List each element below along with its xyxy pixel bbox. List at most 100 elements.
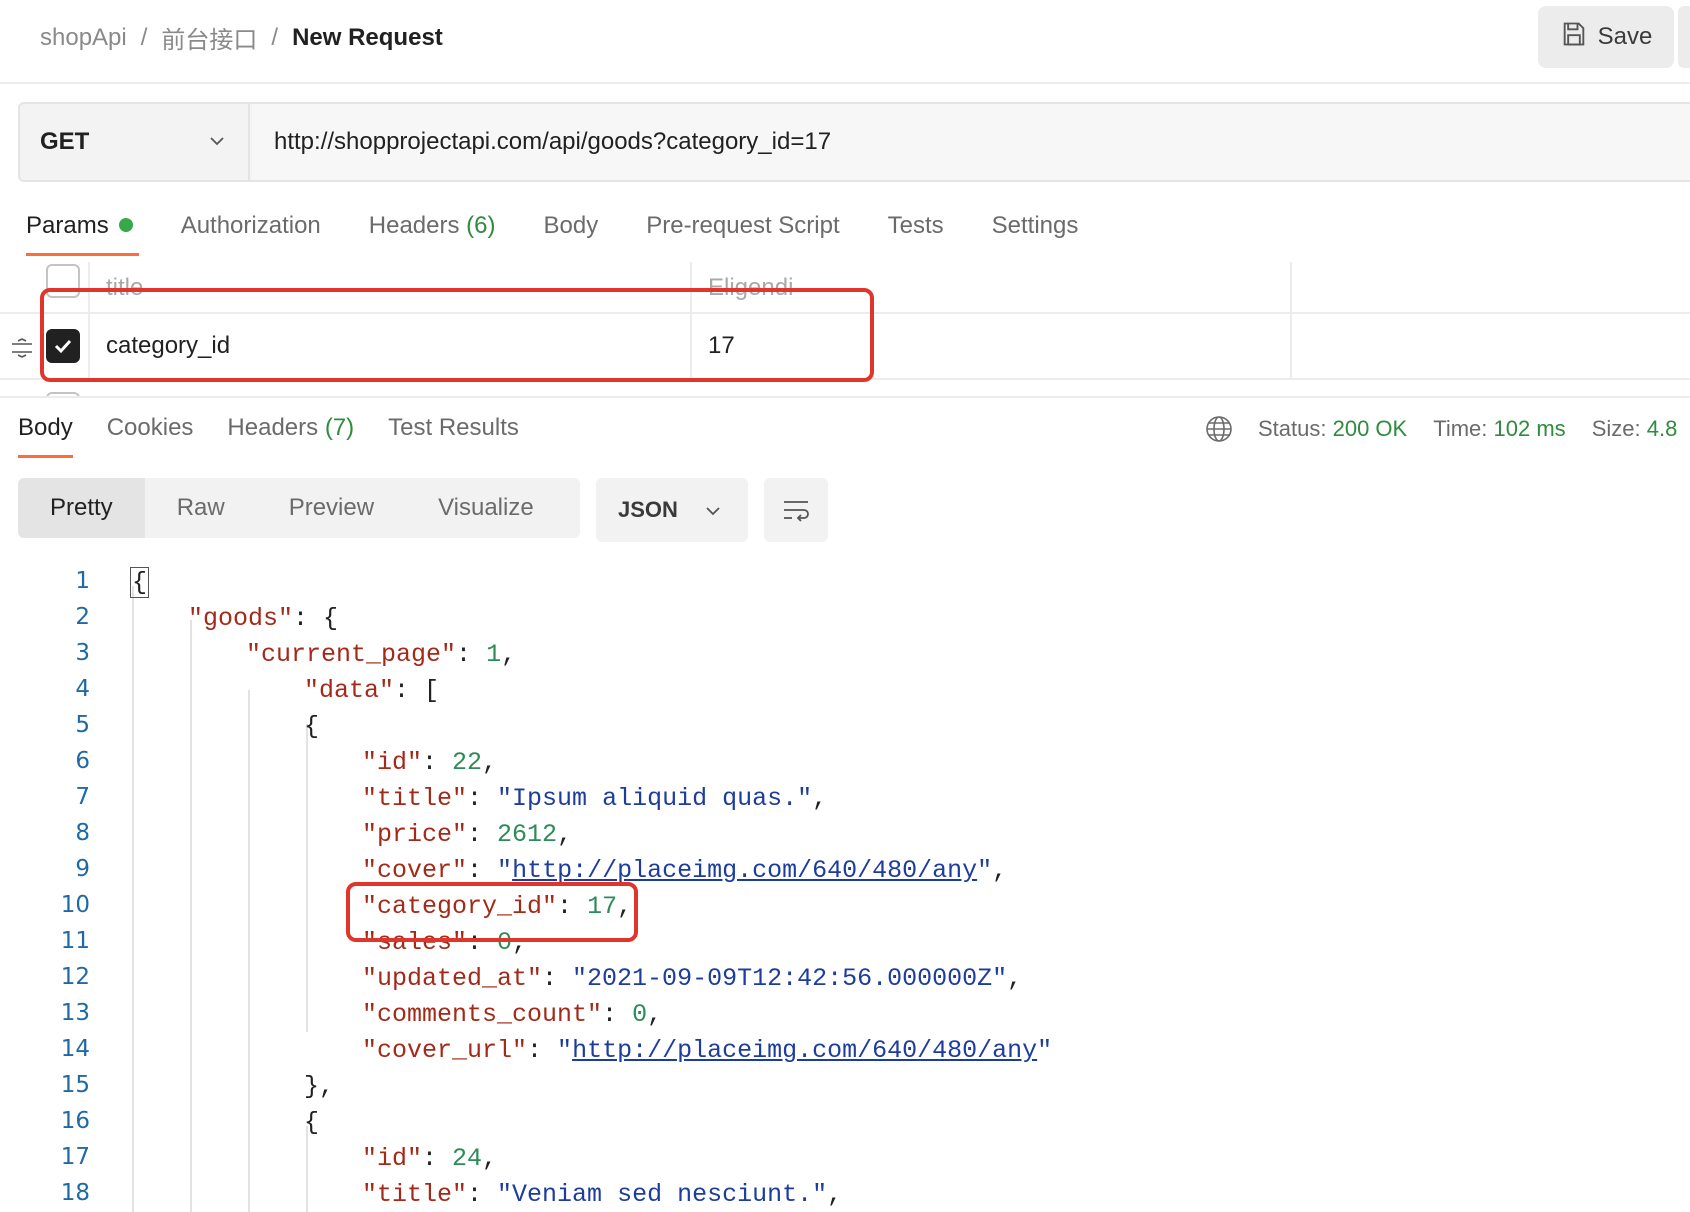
- code-token: : [: [394, 676, 440, 705]
- tab-label: Pre-request Script: [646, 212, 840, 239]
- code-token: "sales": [362, 928, 468, 957]
- breadcrumb: shopApi / 前台接口 / New Request: [40, 20, 443, 55]
- code-line: "updated_at": "2021-09-09T12:42:56.00000…: [362, 964, 1022, 993]
- tab-headers[interactable]: Headers (6): [369, 212, 496, 256]
- line-number: 3: [75, 640, 90, 666]
- code-token: {: [130, 567, 150, 598]
- code-token: {: [304, 1108, 320, 1137]
- select-all-checkbox[interactable]: [46, 264, 80, 298]
- indent-guide: [132, 586, 134, 1212]
- code-token: 17: [587, 892, 618, 921]
- line-number: 7: [75, 784, 90, 810]
- column-divider: [1290, 314, 1292, 378]
- url-bar: GET http://shopprojectapi.com/api/goods?…: [18, 102, 1690, 182]
- code-token: :: [542, 964, 573, 993]
- tab-label: Params: [26, 212, 109, 239]
- code-token: "price": [362, 820, 468, 849]
- size-indicator[interactable]: Size: 4.8: [1592, 416, 1678, 442]
- tab-authorization[interactable]: Authorization: [181, 212, 321, 256]
- line-number: 2: [75, 604, 90, 630]
- method-select[interactable]: GET: [20, 104, 250, 180]
- column-divider: [88, 314, 90, 378]
- code-token: :: [557, 892, 588, 921]
- view-mode-raw[interactable]: Raw: [145, 478, 257, 538]
- tab-settings[interactable]: Settings: [992, 212, 1079, 256]
- globe-icon[interactable]: [1204, 414, 1234, 444]
- tab-response-headers[interactable]: Headers (7): [227, 414, 354, 458]
- code-token: ,: [992, 856, 1008, 885]
- code-token: ,: [482, 748, 498, 777]
- tab-label: Settings: [991, 212, 1079, 239]
- indent-guide: [190, 620, 192, 1212]
- code-token: :: [456, 640, 487, 669]
- view-mode-visualize[interactable]: Visualize: [406, 478, 566, 538]
- view-mode-preview[interactable]: Preview: [257, 478, 406, 538]
- format-select[interactable]: JSON: [596, 478, 748, 542]
- line-number: 5: [75, 712, 90, 738]
- request-tabs: Params Authorization Headers (6) Body Pr…: [26, 212, 1126, 256]
- tab-params[interactable]: Params: [26, 212, 139, 256]
- code-token: "comments_count": [362, 1000, 603, 1029]
- time-indicator[interactable]: Time: 102 ms: [1433, 416, 1565, 442]
- line-number: 10: [60, 892, 90, 918]
- code-token: "data": [304, 676, 395, 705]
- code-line: "price": 2612,: [362, 820, 572, 849]
- code-token: "updated_at": [362, 964, 543, 993]
- code-token: ": [557, 1036, 573, 1065]
- tab-label: Body: [18, 414, 73, 441]
- tab-label: Headers: [368, 212, 460, 239]
- save-label: Save: [1597, 23, 1653, 50]
- code-token: ,: [1007, 964, 1023, 993]
- chevron-down-icon: [210, 137, 224, 146]
- param-value-input[interactable]: 17: [708, 332, 735, 360]
- url-input[interactable]: http://shopprojectapi.com/api/goods?cate…: [252, 104, 1690, 180]
- url-link[interactable]: http://placeimg.com/640/480/any: [512, 856, 977, 885]
- column-divider: [690, 262, 692, 312]
- line-number: 11: [60, 928, 90, 954]
- tab-pre-request-script[interactable]: Pre-request Script: [646, 212, 839, 256]
- code-token: },: [304, 1072, 335, 1101]
- breadcrumb-workspace[interactable]: shopApi: [40, 24, 127, 52]
- param-key-input[interactable]: category_id: [106, 332, 230, 360]
- view-mode-toggle: Pretty Raw Preview Visualize: [18, 478, 580, 538]
- line-number: 14: [60, 1036, 90, 1062]
- drag-handle-icon[interactable]: [10, 338, 34, 358]
- status-indicator[interactable]: Status: 200 OK: [1258, 416, 1407, 442]
- breadcrumb-folder[interactable]: 前台接口: [161, 20, 257, 55]
- tab-cookies[interactable]: Cookies: [107, 414, 194, 458]
- param-enabled-checkbox[interactable]: [46, 329, 80, 363]
- format-label: JSON: [618, 497, 678, 522]
- code-token: ,: [617, 892, 633, 921]
- code-token: "Veniam sed nesciunt.": [497, 1180, 828, 1209]
- params-key-placeholder[interactable]: title: [106, 274, 143, 302]
- wrap-lines-button[interactable]: [764, 478, 828, 542]
- params-value-placeholder[interactable]: Eligendi: [708, 274, 793, 302]
- time-value: 102 ms: [1493, 416, 1566, 441]
- tab-tests[interactable]: Tests: [888, 212, 944, 256]
- code-token: ": [497, 856, 513, 885]
- breadcrumb-separator: /: [140, 23, 148, 51]
- save-icon: [1560, 20, 1588, 55]
- tab-count: (6): [466, 212, 496, 239]
- code-line: "goods": {: [188, 604, 338, 633]
- url-link[interactable]: http://placeimg.com/640/480/any: [572, 1036, 1037, 1065]
- tab-body[interactable]: Body: [544, 212, 599, 256]
- code-token: "current_page": [246, 640, 457, 669]
- tab-response-body[interactable]: Body: [18, 414, 73, 458]
- line-number: 17: [60, 1144, 90, 1170]
- view-mode-pretty[interactable]: Pretty: [18, 478, 145, 538]
- column-divider: [1290, 262, 1292, 312]
- chevron-down-icon: [706, 507, 720, 516]
- tab-test-results[interactable]: Test Results: [388, 414, 519, 458]
- params-active-dot: [118, 217, 133, 232]
- code-token: :: [467, 856, 498, 885]
- table-row: category_id 17: [0, 314, 1690, 380]
- save-options-button[interactable]: [1678, 6, 1690, 68]
- code-token: :: [422, 1144, 453, 1173]
- save-button[interactable]: Save: [1538, 6, 1674, 68]
- tab-label: Headers: [227, 414, 319, 441]
- code-line: },: [304, 1072, 334, 1101]
- code-token: :: [467, 1180, 498, 1209]
- code-token: ,: [647, 1000, 663, 1029]
- breadcrumb-request-name[interactable]: New Request: [292, 24, 443, 52]
